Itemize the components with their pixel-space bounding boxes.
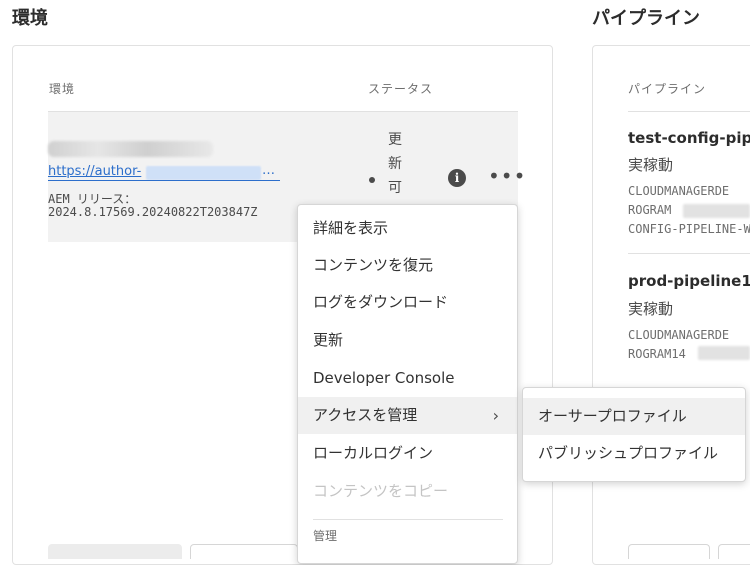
environment-url-ellipsis: … xyxy=(262,163,275,178)
status-char-3: 可 xyxy=(388,180,402,196)
menu-item-restore-content[interactable]: コンテンツを復元 xyxy=(298,247,517,284)
menu-divider xyxy=(313,519,503,520)
pipeline-divider xyxy=(628,253,750,254)
menu-item-update[interactable]: 更新 xyxy=(298,322,517,359)
menu-item-download-logs[interactable]: ログをダウンロード xyxy=(298,284,517,321)
pipeline-status: 実稼動 xyxy=(628,300,674,318)
pipeline-name[interactable]: prod-pipeline1 xyxy=(628,272,750,290)
environment-url: https://author- xyxy=(48,164,142,179)
environment-url-link[interactable]: https://author- xyxy=(48,164,141,179)
menu-item-manage-access[interactable]: アクセスを管理 › xyxy=(298,397,517,434)
chevron-right-icon: › xyxy=(492,406,499,425)
menu-item-copy-content: コンテンツをコピー xyxy=(313,482,449,500)
pipeline-meta-redacted xyxy=(683,204,750,218)
more-icon[interactable]: ••• xyxy=(488,166,526,186)
pipeline-bottom-button-2[interactable] xyxy=(718,544,750,559)
column-header-status: ステータス xyxy=(368,82,434,96)
info-icon[interactable]: i xyxy=(448,169,466,187)
menu-item-manage-access-label: アクセスを管理 xyxy=(313,406,418,424)
pipeline-name[interactable]: test-config-pipe xyxy=(628,129,750,147)
environment-url-redacted xyxy=(146,166,261,180)
pipeline-meta-line-3: CONFIG-PIPELINE-W xyxy=(628,222,750,236)
environment-name-redacted xyxy=(48,141,213,157)
column-header-environment: 環境 xyxy=(49,82,76,96)
pipeline-item[interactable]: prod-pipeline1 xyxy=(628,272,750,290)
pipeline-item[interactable]: test-config-pipe xyxy=(628,129,750,147)
menu-item-view-details[interactable]: 詳細を表示 xyxy=(298,210,517,247)
env-bottom-button-2[interactable] xyxy=(190,544,298,559)
aem-release-version: 2024.8.17569.20240822T203847Z xyxy=(48,205,258,219)
menu-item-local-login[interactable]: ローカルログイン xyxy=(298,435,517,472)
status-char-2: 新 xyxy=(388,156,402,172)
pipeline-bottom-button-1[interactable] xyxy=(628,544,710,559)
menu-section-manage: 管理 xyxy=(313,529,338,543)
status-dot xyxy=(369,177,375,183)
pipelines-section-title: パイプライン xyxy=(592,8,700,29)
manage-access-submenu: オーサープロファイル パブリッシュプロファイル xyxy=(522,387,746,482)
url-underline xyxy=(48,180,280,181)
pipeline-meta-line-1: CLOUDMANAGERDE xyxy=(628,328,730,342)
environments-section-title: 環境 xyxy=(12,8,48,29)
menu-item-developer-console[interactable]: Developer Console xyxy=(298,360,517,397)
pipeline-status: 実稼動 xyxy=(628,156,674,174)
pipelines-header-divider xyxy=(628,111,750,112)
submenu-item-publish-profile[interactable]: パブリッシュプロファイル xyxy=(523,435,745,472)
pipeline-meta-redacted xyxy=(698,346,750,360)
env-bottom-button-1[interactable] xyxy=(48,544,182,559)
submenu-item-author-profile[interactable]: オーサープロファイル xyxy=(523,398,745,435)
column-header-pipeline: パイプライン xyxy=(628,82,707,96)
environment-context-menu: 詳細を表示 コンテンツを復元 ログをダウンロード 更新 Developer Co… xyxy=(297,204,518,564)
status-char-1: 更 xyxy=(388,132,402,148)
pipeline-meta-line-1: CLOUDMANAGERDE xyxy=(628,184,730,198)
status-text: 更 新 可 xyxy=(385,128,405,200)
